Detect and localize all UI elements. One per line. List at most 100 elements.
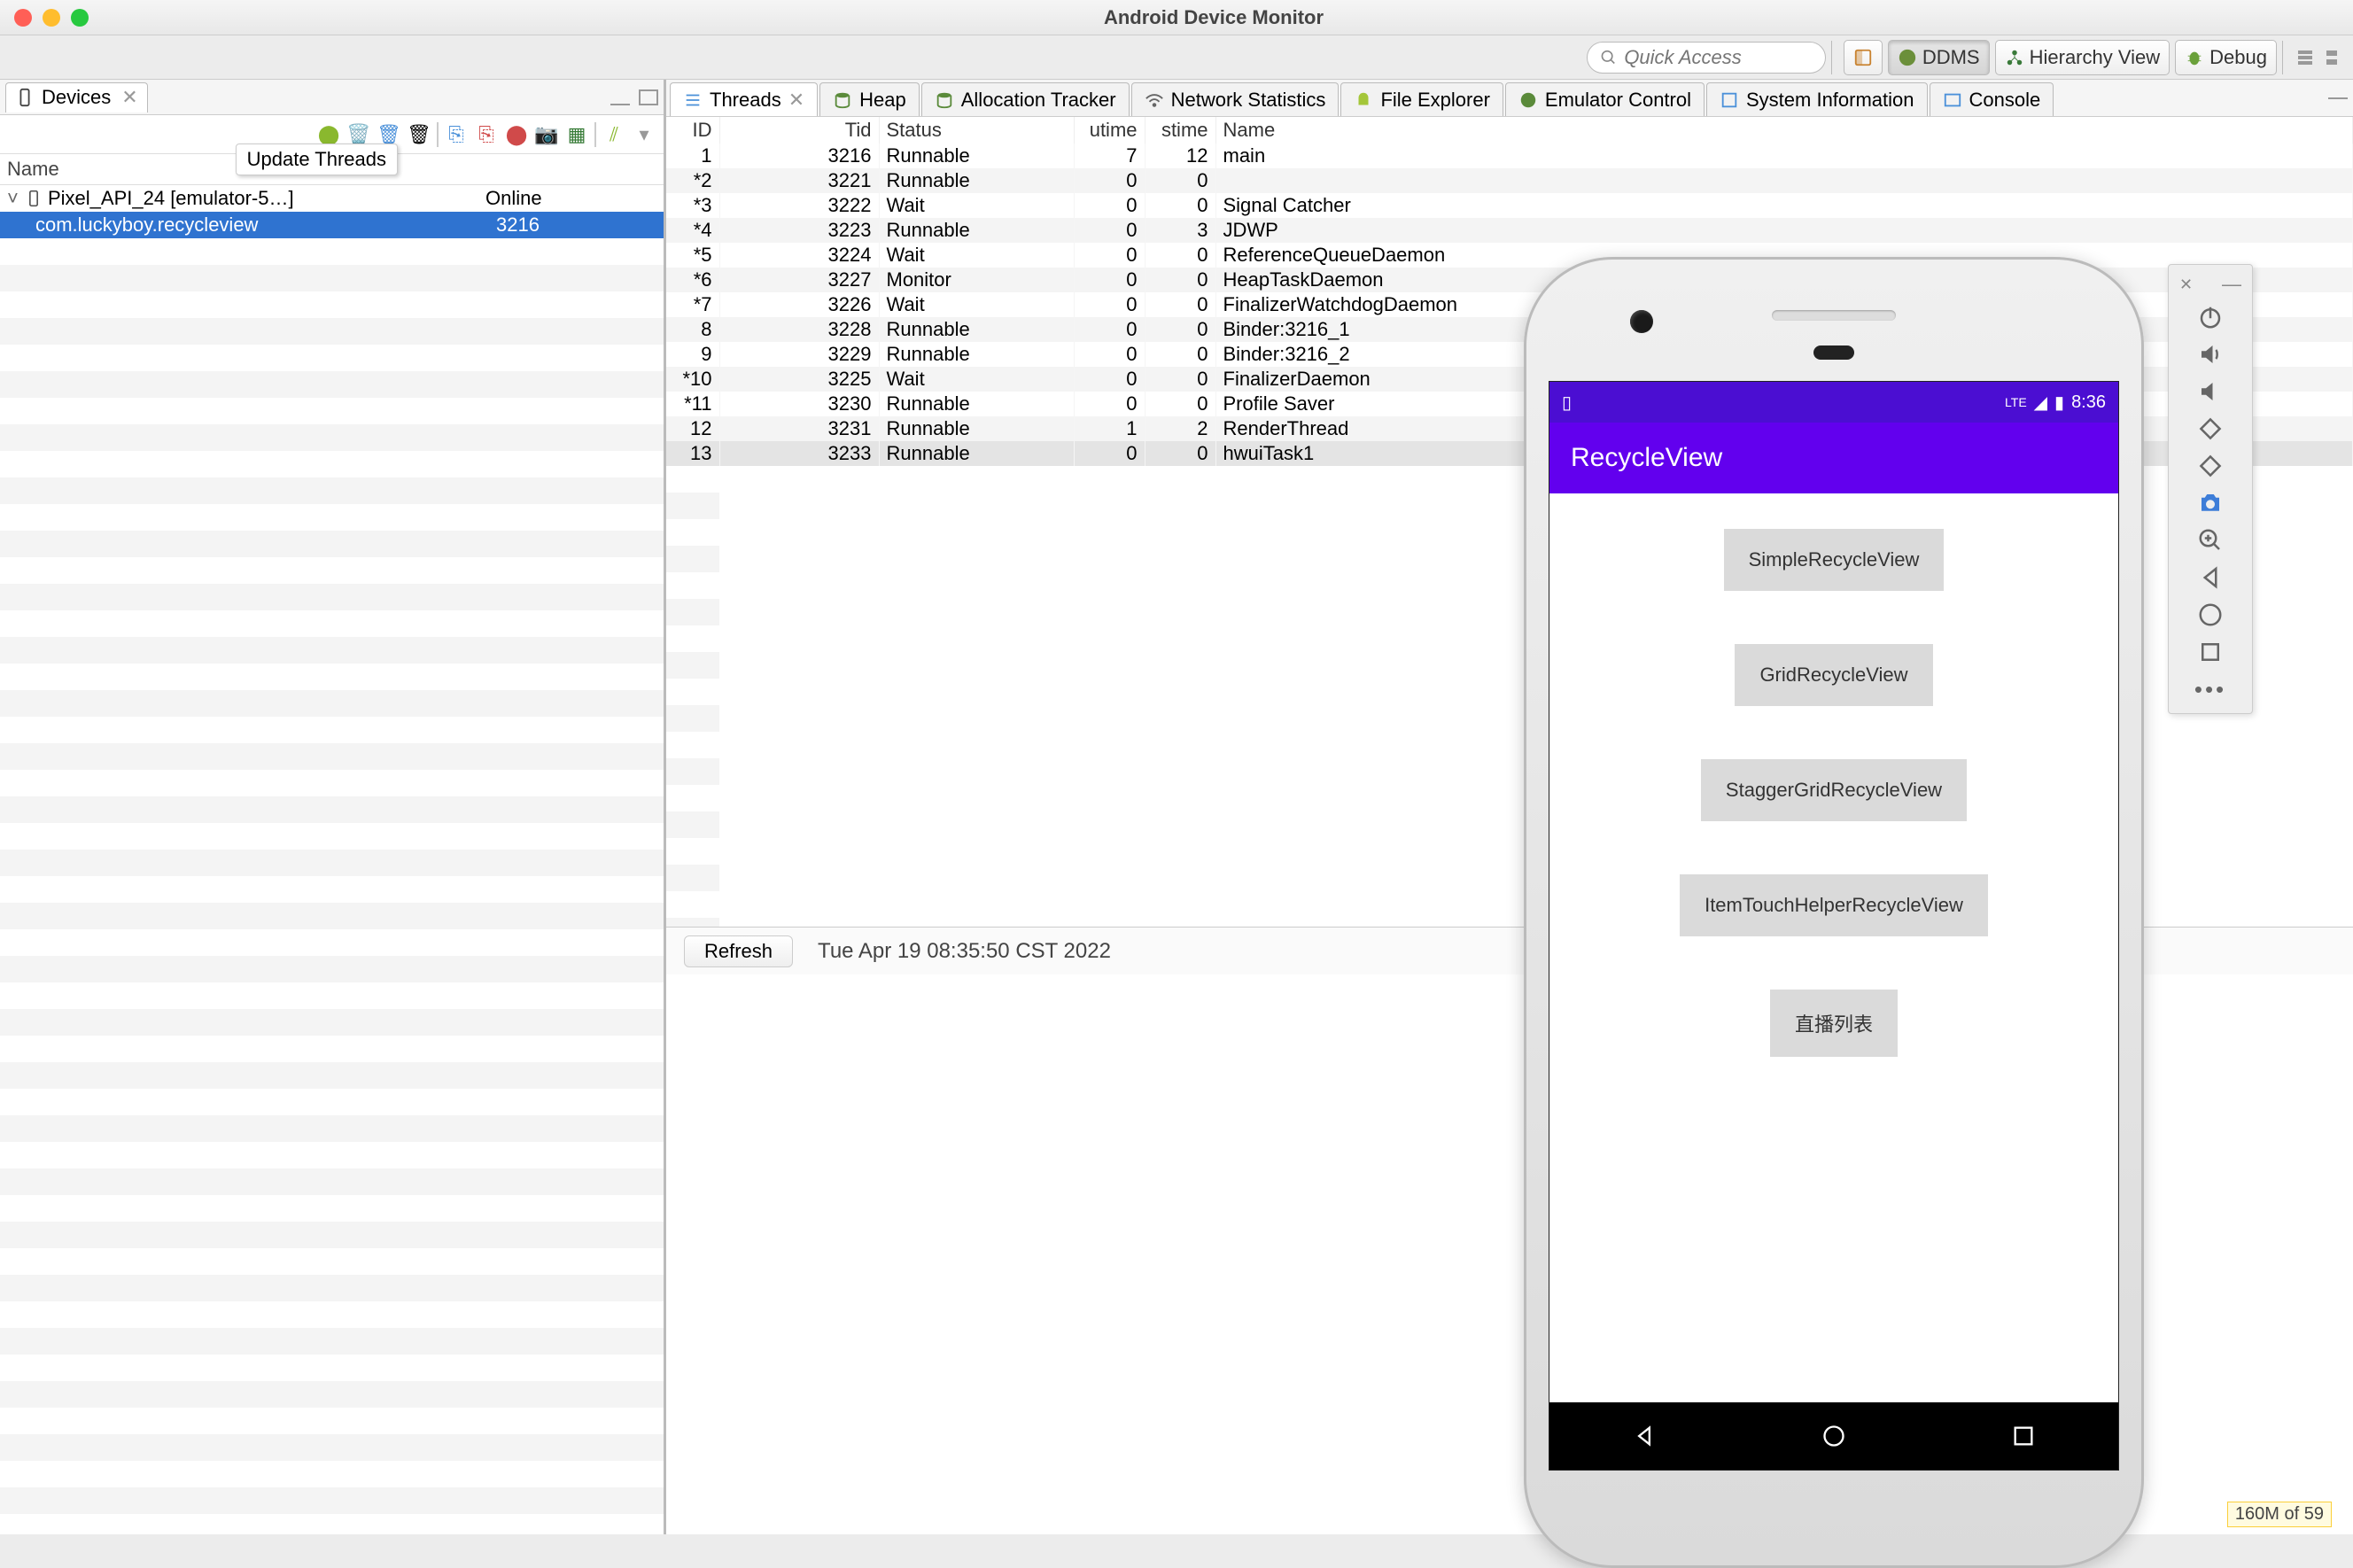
minimize-icon[interactable] — [43, 9, 60, 27]
threads-icon — [683, 90, 703, 110]
close-tab-icon[interactable]: ✕ — [788, 89, 804, 112]
table-row[interactable]: *33222Wait00Signal Catcher — [666, 193, 2353, 218]
cell-id: *4 — [666, 218, 719, 243]
cell-utime: 0 — [1074, 317, 1145, 342]
window-titlebar: Android Device Monitor — [0, 0, 2353, 35]
cell-status: Wait — [879, 193, 1074, 218]
power-button[interactable] — [2169, 299, 2252, 336]
refresh-button[interactable]: Refresh — [684, 935, 793, 967]
tab-file-explorer[interactable]: File Explorer — [1340, 82, 1503, 116]
perspective-menu-icon[interactable] — [2321, 47, 2342, 68]
rotate-left-button[interactable] — [2169, 410, 2252, 447]
home-icon[interactable] — [1821, 1424, 1846, 1448]
systrace-icon[interactable]: ⫽ — [602, 122, 626, 147]
tab-network[interactable]: Network Statistics — [1131, 82, 1340, 116]
cell-tid: 3228 — [719, 317, 879, 342]
cell-tid: 3224 — [719, 243, 879, 268]
app-button[interactable]: 直播列表 — [1770, 990, 1898, 1057]
cell-tid: 3223 — [719, 218, 879, 243]
app-button[interactable]: StaggerGridRecycleView — [1701, 759, 1967, 821]
rotate-right-button[interactable] — [2169, 447, 2252, 485]
cell-id: *10 — [666, 367, 719, 392]
table-row[interactable]: 13216Runnable712main — [666, 144, 2353, 168]
back-icon[interactable] — [1632, 1424, 1657, 1448]
table-row[interactable]: *23221Runnable00 — [666, 168, 2353, 193]
process-row[interactable]: com.luckyboy.recycleview 3216 — [0, 212, 664, 238]
col-status[interactable]: Status — [879, 117, 1074, 144]
start-method-profiling-icon[interactable]: ⎘ — [474, 122, 499, 147]
screen-capture-icon[interactable]: 📷 — [534, 122, 559, 147]
cell-status: Wait — [879, 292, 1074, 317]
cell-utime: 0 — [1074, 268, 1145, 292]
phone-frame: ▯ LTE ◢ ▮ 8:36 RecycleView SimpleRecycle… — [1524, 257, 2144, 1568]
dropdown-icon[interactable]: ▾ — [632, 122, 656, 147]
tab-console[interactable]: Console — [1930, 82, 2054, 116]
col-name[interactable]: Name — [1215, 117, 2353, 144]
nav-recents-button[interactable] — [2169, 633, 2252, 671]
cell-tid: 3221 — [719, 168, 879, 193]
tab-threads[interactable]: Threads ✕ — [670, 82, 818, 116]
update-threads-icon[interactable]: ⎘ — [444, 122, 469, 147]
window-icon — [1853, 48, 1873, 67]
cell-utime: 0 — [1074, 218, 1145, 243]
close-icon[interactable] — [14, 9, 32, 27]
sd-icon: ▯ — [1562, 392, 1572, 414]
cell-id: *3 — [666, 193, 719, 218]
cell-status: Runnable — [879, 342, 1074, 367]
cell-stime: 0 — [1145, 292, 1215, 317]
volume-down-button[interactable] — [2169, 373, 2252, 410]
right-tabs: Threads ✕ Heap Allocation Tracker Networ… — [666, 80, 2353, 117]
cell-status: Runnable — [879, 168, 1074, 193]
open-perspective-button[interactable] — [1844, 40, 1883, 75]
recents-icon[interactable] — [2011, 1424, 2036, 1448]
screenshot-button[interactable] — [2169, 485, 2252, 522]
cell-tid: 3216 — [719, 144, 879, 168]
minimize-emulator-icon[interactable]: — — [2222, 273, 2241, 296]
table-row[interactable]: *43223Runnable03JDWP — [666, 218, 2353, 243]
minimize-icon[interactable] — [610, 89, 630, 105]
perspective-debug[interactable]: Debug — [2175, 40, 2277, 75]
app-button[interactable]: GridRecycleView — [1735, 644, 1932, 706]
col-id[interactable]: ID — [666, 117, 719, 144]
cell-utime: 0 — [1074, 193, 1145, 218]
perspective-menu-icon[interactable] — [2295, 47, 2316, 68]
devices-panel: Devices ✕ ⬤ 🗑️ 🗑 🗑 ⎘ ⎘ ⬤ 📷 ▦ ⫽ ▾ Update … — [0, 80, 666, 1534]
nav-home-button[interactable] — [2169, 596, 2252, 633]
device-row[interactable]: ˅ Pixel_API_24 [emulator-5…] Online — [0, 185, 664, 212]
tab-allocation[interactable]: Allocation Tracker — [921, 82, 1130, 116]
tab-emulator-control[interactable]: Emulator Control — [1505, 82, 1705, 116]
maximize-icon[interactable] — [639, 89, 658, 105]
status-bar: ▯ LTE ◢ ▮ 8:36 — [1549, 382, 2118, 423]
cell-id: 8 — [666, 317, 719, 342]
phone-screen[interactable]: ▯ LTE ◢ ▮ 8:36 RecycleView SimpleRecycle… — [1549, 381, 2119, 1471]
dump-view-icon[interactable]: ▦ — [564, 122, 589, 147]
nav-back-button[interactable] — [2169, 559, 2252, 596]
cell-tid: 3227 — [719, 268, 879, 292]
maximize-icon[interactable] — [71, 9, 89, 27]
perspective-label: DDMS — [1922, 46, 1980, 69]
perspective-hierarchy[interactable]: Hierarchy View — [1995, 40, 2171, 75]
expand-icon[interactable]: ˅ — [7, 187, 25, 210]
close-emulator-icon[interactable]: ✕ — [2179, 276, 2193, 294]
app-button[interactable]: SimpleRecycleView — [1724, 529, 1945, 591]
quick-access-search[interactable] — [1587, 42, 1826, 74]
minimize-icon[interactable] — [2328, 83, 2348, 99]
col-tid[interactable]: Tid — [719, 117, 879, 144]
stop-icon[interactable]: ⬤ — [504, 122, 529, 147]
tab-heap[interactable]: Heap — [819, 82, 920, 116]
col-stime[interactable]: stime — [1145, 117, 1215, 144]
more-button[interactable]: ••• — [2169, 671, 2252, 708]
col-utime[interactable]: utime — [1074, 117, 1145, 144]
memory-status: 160M of 59 — [2227, 1502, 2332, 1527]
close-tab-icon[interactable]: ✕ — [121, 86, 137, 109]
tab-system-info[interactable]: System Information — [1706, 82, 1928, 116]
cell-id: 12 — [666, 416, 719, 441]
perspective-ddms[interactable]: DDMS — [1888, 40, 1990, 75]
zoom-button[interactable] — [2169, 522, 2252, 559]
app-button[interactable]: ItemTouchHelperRecycleView — [1680, 874, 1988, 936]
tab-devices[interactable]: Devices ✕ — [5, 82, 148, 113]
quick-access-input[interactable] — [1624, 46, 1813, 69]
search-icon — [1600, 48, 1617, 67]
volume-up-button[interactable] — [2169, 336, 2252, 373]
cause-gc-icon[interactable]: 🗑 — [407, 122, 431, 147]
